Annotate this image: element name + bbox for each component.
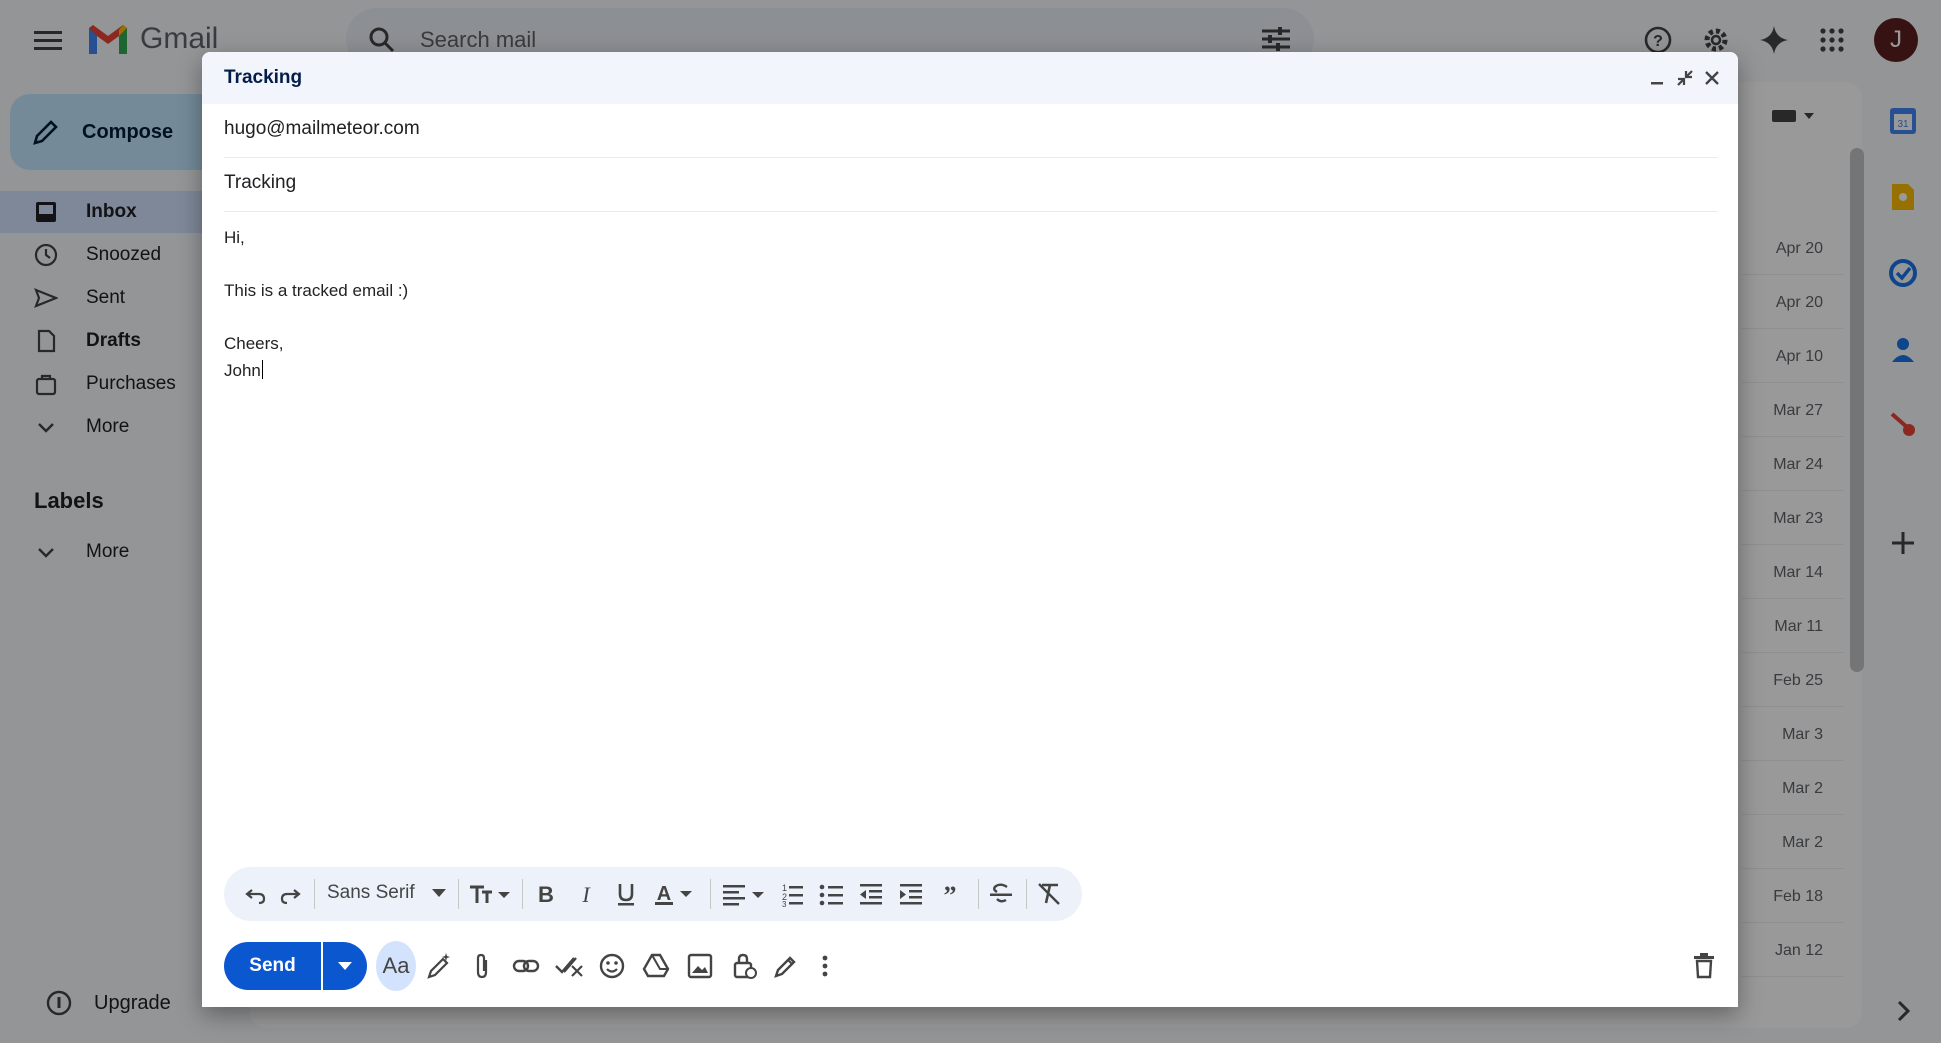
discard-draft-trash-icon[interactable] (1692, 952, 1716, 980)
font-dropdown-arrow-icon[interactable] (432, 889, 446, 897)
indent-less-icon[interactable] (858, 881, 884, 907)
subject-value[interactable]: Tracking (224, 172, 296, 194)
bulleted-list-icon[interactable] (818, 881, 844, 907)
more-options-vertical-icon[interactable] (820, 952, 830, 980)
subject-field[interactable]: Tracking (224, 158, 1718, 212)
insert-signature-icon[interactable] (772, 952, 800, 980)
font-family-select[interactable]: Sans Serif (327, 882, 415, 904)
svg-text:Aa: Aa (383, 953, 411, 978)
emoji-icon[interactable] (598, 952, 626, 980)
numbered-list-icon[interactable]: 123 (778, 881, 804, 907)
exit-fullscreen-icon[interactable] (1676, 69, 1694, 87)
font-size-icon[interactable] (468, 882, 512, 906)
quote-icon[interactable]: ” (938, 882, 962, 906)
tracking-checkmarks-icon[interactable] (554, 952, 584, 980)
insert-photo-icon[interactable] (686, 952, 714, 980)
body-line-message: This is a tracked email :) (224, 281, 409, 300)
align-icon[interactable] (722, 882, 766, 906)
body-line-signature: John (224, 360, 263, 381)
svg-text:”: ” (944, 882, 957, 906)
toolbar-divider (458, 879, 459, 909)
google-drive-icon[interactable] (642, 952, 670, 980)
text-format-aa-icon: Aa (383, 953, 411, 978)
svg-text:A: A (657, 883, 671, 905)
insert-link-icon[interactable] (512, 952, 540, 980)
toolbar-divider (314, 879, 315, 909)
send-button[interactable]: Send (224, 942, 321, 990)
toolbar-divider (978, 879, 979, 909)
compose-dialog: Tracking hugo@mailmeteor.com Tracking Hi… (202, 52, 1738, 1007)
formatting-toolbar: Sans Serif B I A 123 ” (224, 867, 1082, 921)
close-icon[interactable] (1704, 70, 1720, 86)
strikethrough-icon[interactable] (988, 881, 1014, 907)
italic-icon[interactable]: I (574, 881, 598, 907)
minimize-icon[interactable] (1650, 72, 1664, 86)
attach-file-icon[interactable] (470, 952, 494, 980)
remove-formatting-icon[interactable] (1036, 881, 1062, 907)
toolbar-divider (710, 879, 711, 909)
caret-down-icon (338, 962, 352, 970)
redo-icon[interactable] (278, 882, 302, 906)
confidential-mode-icon[interactable] (730, 952, 758, 980)
text-cursor (261, 360, 263, 379)
compose-title: Tracking (224, 67, 303, 88)
toolbar-divider (1026, 879, 1027, 909)
toolbar-divider (522, 879, 523, 909)
to-field[interactable]: hugo@mailmeteor.com (224, 104, 1718, 158)
underline-icon[interactable] (614, 881, 638, 907)
body-line-signoff: Cheers, (224, 334, 284, 353)
bold-icon[interactable]: B (534, 881, 558, 907)
undo-icon[interactable] (244, 882, 268, 906)
body-line-greeting: Hi, (224, 228, 245, 247)
svg-text:B: B (538, 882, 554, 907)
svg-text:3: 3 (782, 900, 787, 907)
text-color-icon[interactable]: A (654, 881, 694, 907)
to-recipient-value[interactable]: hugo@mailmeteor.com (224, 118, 420, 140)
indent-more-icon[interactable] (898, 881, 924, 907)
svg-text:I: I (581, 882, 591, 907)
signature-text: John (224, 361, 261, 380)
formatting-options-toggle[interactable]: Aa (376, 941, 416, 991)
schedule-send-button[interactable] (323, 942, 367, 990)
help-me-write-icon[interactable] (426, 952, 452, 980)
compose-header[interactable]: Tracking (202, 52, 1738, 104)
